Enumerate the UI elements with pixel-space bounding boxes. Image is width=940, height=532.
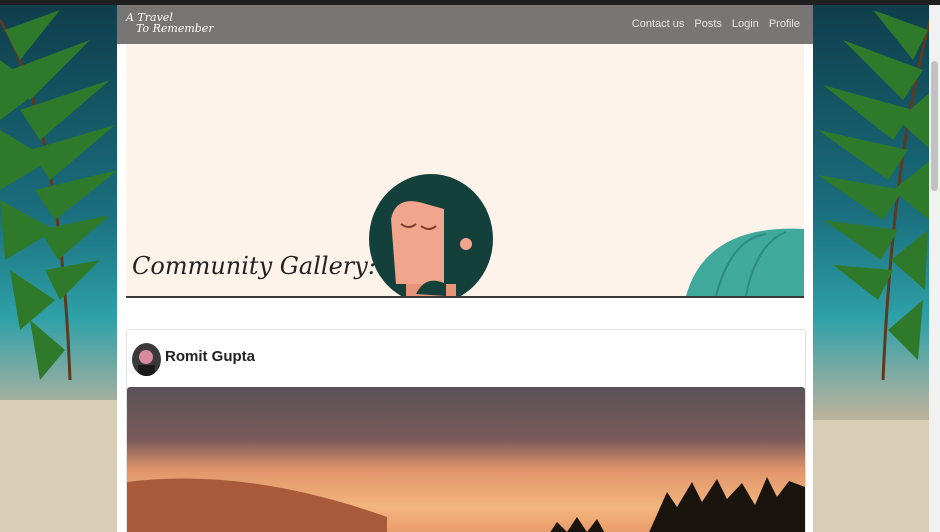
author-avatar[interactable] bbox=[132, 343, 161, 376]
nav-profile-link[interactable]: Profile bbox=[769, 18, 800, 30]
nav-posts-link[interactable]: Posts bbox=[694, 18, 722, 30]
palm-leaves-left bbox=[0, 0, 120, 532]
scrollbar-thumb[interactable] bbox=[931, 61, 938, 191]
palm-leaves-right bbox=[813, 0, 933, 532]
nav-links: Contact us Posts Login Profile bbox=[632, 18, 800, 30]
post-card: Romit Gupta bbox=[126, 329, 806, 532]
post-author-name[interactable]: Romit Gupta bbox=[165, 348, 255, 365]
post-photo[interactable] bbox=[127, 387, 805, 532]
navbar: A Travel To Remember Contact us Posts Lo… bbox=[117, 5, 813, 44]
page-scrollbar[interactable] bbox=[929, 5, 940, 532]
brand-logo[interactable]: A Travel To Remember bbox=[126, 12, 214, 34]
page-title: Community Gallery: bbox=[132, 252, 376, 280]
nav-login-link[interactable]: Login bbox=[732, 18, 759, 30]
brand-line-2: To Remember bbox=[136, 22, 214, 35]
nav-contact-link[interactable]: Contact us bbox=[632, 18, 685, 30]
main-container: A Travel To Remember Contact us Posts Lo… bbox=[117, 5, 813, 532]
hero-divider bbox=[126, 296, 804, 298]
hero-banner: Community Gallery: bbox=[126, 44, 804, 296]
